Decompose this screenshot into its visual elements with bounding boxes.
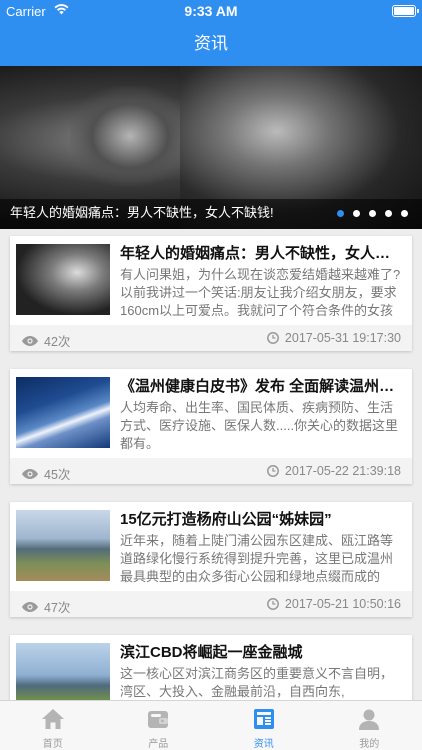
clock-icon <box>266 598 279 610</box>
tab-product[interactable]: 产品 <box>106 701 212 750</box>
battery-icon <box>392 5 419 17</box>
banner-image <box>70 86 190 186</box>
article-meta: 47次 2017-05-21 10:50:16 <box>10 591 412 617</box>
article-title: 年轻人的婚姻痛点：男人不缺性，女人不缺钱! <box>120 245 402 262</box>
article-card[interactable]: 15亿元打造杨府山公园“姊妹园” 近年来，随着上陡门浦公园东区建成、瓯江路等道路… <box>10 502 412 617</box>
banner-caption: 年轻人的婚姻痛点：男人不缺性，女人不缺钱! <box>10 205 274 220</box>
article-date: 2017-05-21 10:50:16 <box>266 597 401 611</box>
article-card[interactable]: 滨江CBD将崛起一座金融城 这一核心区对滨江商务区的重要意义不言自明，湾区、大投… <box>10 635 412 700</box>
article-meta: 42次 2017-05-31 19:17:30 <box>10 325 412 351</box>
article-date: 2017-05-31 19:17:30 <box>266 331 401 345</box>
tab-home[interactable]: 首页 <box>0 701 106 750</box>
carousel-dot[interactable] <box>385 210 392 217</box>
publish-date: 2017-05-31 19:17:30 <box>284 331 401 345</box>
publish-date: 2017-05-22 21:39:18 <box>284 464 401 478</box>
carousel-dots <box>337 210 408 217</box>
eye-icon <box>22 601 38 612</box>
article-thumbnail <box>16 643 110 700</box>
tab-label: 我的 <box>359 739 380 750</box>
banner-carousel[interactable]: 年轻人的婚姻痛点：男人不缺性，女人不缺钱! <box>0 66 422 229</box>
tab-bar: 首页 产品 资讯 我的 <box>0 700 422 750</box>
view-count: 42次 <box>44 335 71 349</box>
article-views: 47次 <box>22 597 70 616</box>
view-count: 47次 <box>44 601 71 615</box>
product-icon <box>148 711 169 728</box>
tab-label: 首页 <box>42 739 63 750</box>
publish-date: 2017-05-21 10:50:16 <box>284 597 401 611</box>
article-meta: 45次 2017-05-22 21:39:18 <box>10 458 412 484</box>
article-summary: 近年来，随着上陡门浦公园东区建成、瓯江路等道路绿化慢行系统得到提升完善，这里已成… <box>120 533 394 584</box>
article-card[interactable]: 年轻人的婚姻痛点：男人不缺性，女人不缺钱! 有人问果姐，为什么现在谈恋爱结婚越来… <box>10 236 412 351</box>
article-summary: 有人问果姐，为什么现在谈恋爱结婚越来越难了?以前我讲过一个笑话:朋友让我介绍女朋… <box>120 267 401 318</box>
tab-profile[interactable]: 我的 <box>317 701 422 750</box>
article-title: 《温州健康白皮书》发布 全面解读温州市民健康状况 <box>120 378 402 395</box>
clock-time: 9:33 AM <box>184 3 238 19</box>
article-date: 2017-05-22 21:39:18 <box>266 464 401 478</box>
status-bar: Carrier 9:33 AM <box>0 0 422 22</box>
eye-icon <box>22 468 38 479</box>
eye-icon <box>22 335 38 346</box>
carousel-dot[interactable] <box>369 210 376 217</box>
page-title: 资讯 <box>194 34 228 53</box>
news-icon <box>253 709 274 729</box>
article-list[interactable]: 年轻人的婚姻痛点：男人不缺性，女人不缺钱! 有人问果姐，为什么现在谈恋爱结婚越来… <box>0 229 422 700</box>
tab-news[interactable]: 资讯 <box>211 701 317 750</box>
carousel-dot[interactable] <box>401 210 408 217</box>
carousel-dot[interactable] <box>353 210 360 217</box>
home-icon <box>41 709 64 729</box>
clock-icon <box>266 465 279 477</box>
article-thumbnail <box>16 244 110 315</box>
article-thumbnail <box>16 510 110 581</box>
carousel-dot[interactable] <box>337 210 344 217</box>
tab-label: 产品 <box>148 739 169 750</box>
article-summary: 这一核心区对滨江商务区的重要意义不言自明，湾区、大投入、金融最前沿，自西向东, <box>120 666 394 699</box>
article-title: 15亿元打造杨府山公园“姊妹园” <box>120 511 332 528</box>
nav-bar: 资讯 <box>0 22 422 66</box>
profile-icon <box>359 709 380 730</box>
article-summary: 人均寿命、出生率、国民体质、疾病预防、生活方式、医疗设施、医保人数.....你关… <box>120 400 399 451</box>
article-views: 45次 <box>22 464 70 483</box>
tab-label: 资讯 <box>253 739 274 750</box>
article-thumbnail <box>16 377 110 448</box>
article-views: 42次 <box>22 331 70 350</box>
article-title: 滨江CBD将崛起一座金融城 <box>120 644 303 661</box>
view-count: 45次 <box>44 468 71 482</box>
clock-icon <box>266 332 279 344</box>
article-card[interactable]: 《温州健康白皮书》发布 全面解读温州市民健康状况 人均寿命、出生率、国民体质、疾… <box>10 369 412 484</box>
